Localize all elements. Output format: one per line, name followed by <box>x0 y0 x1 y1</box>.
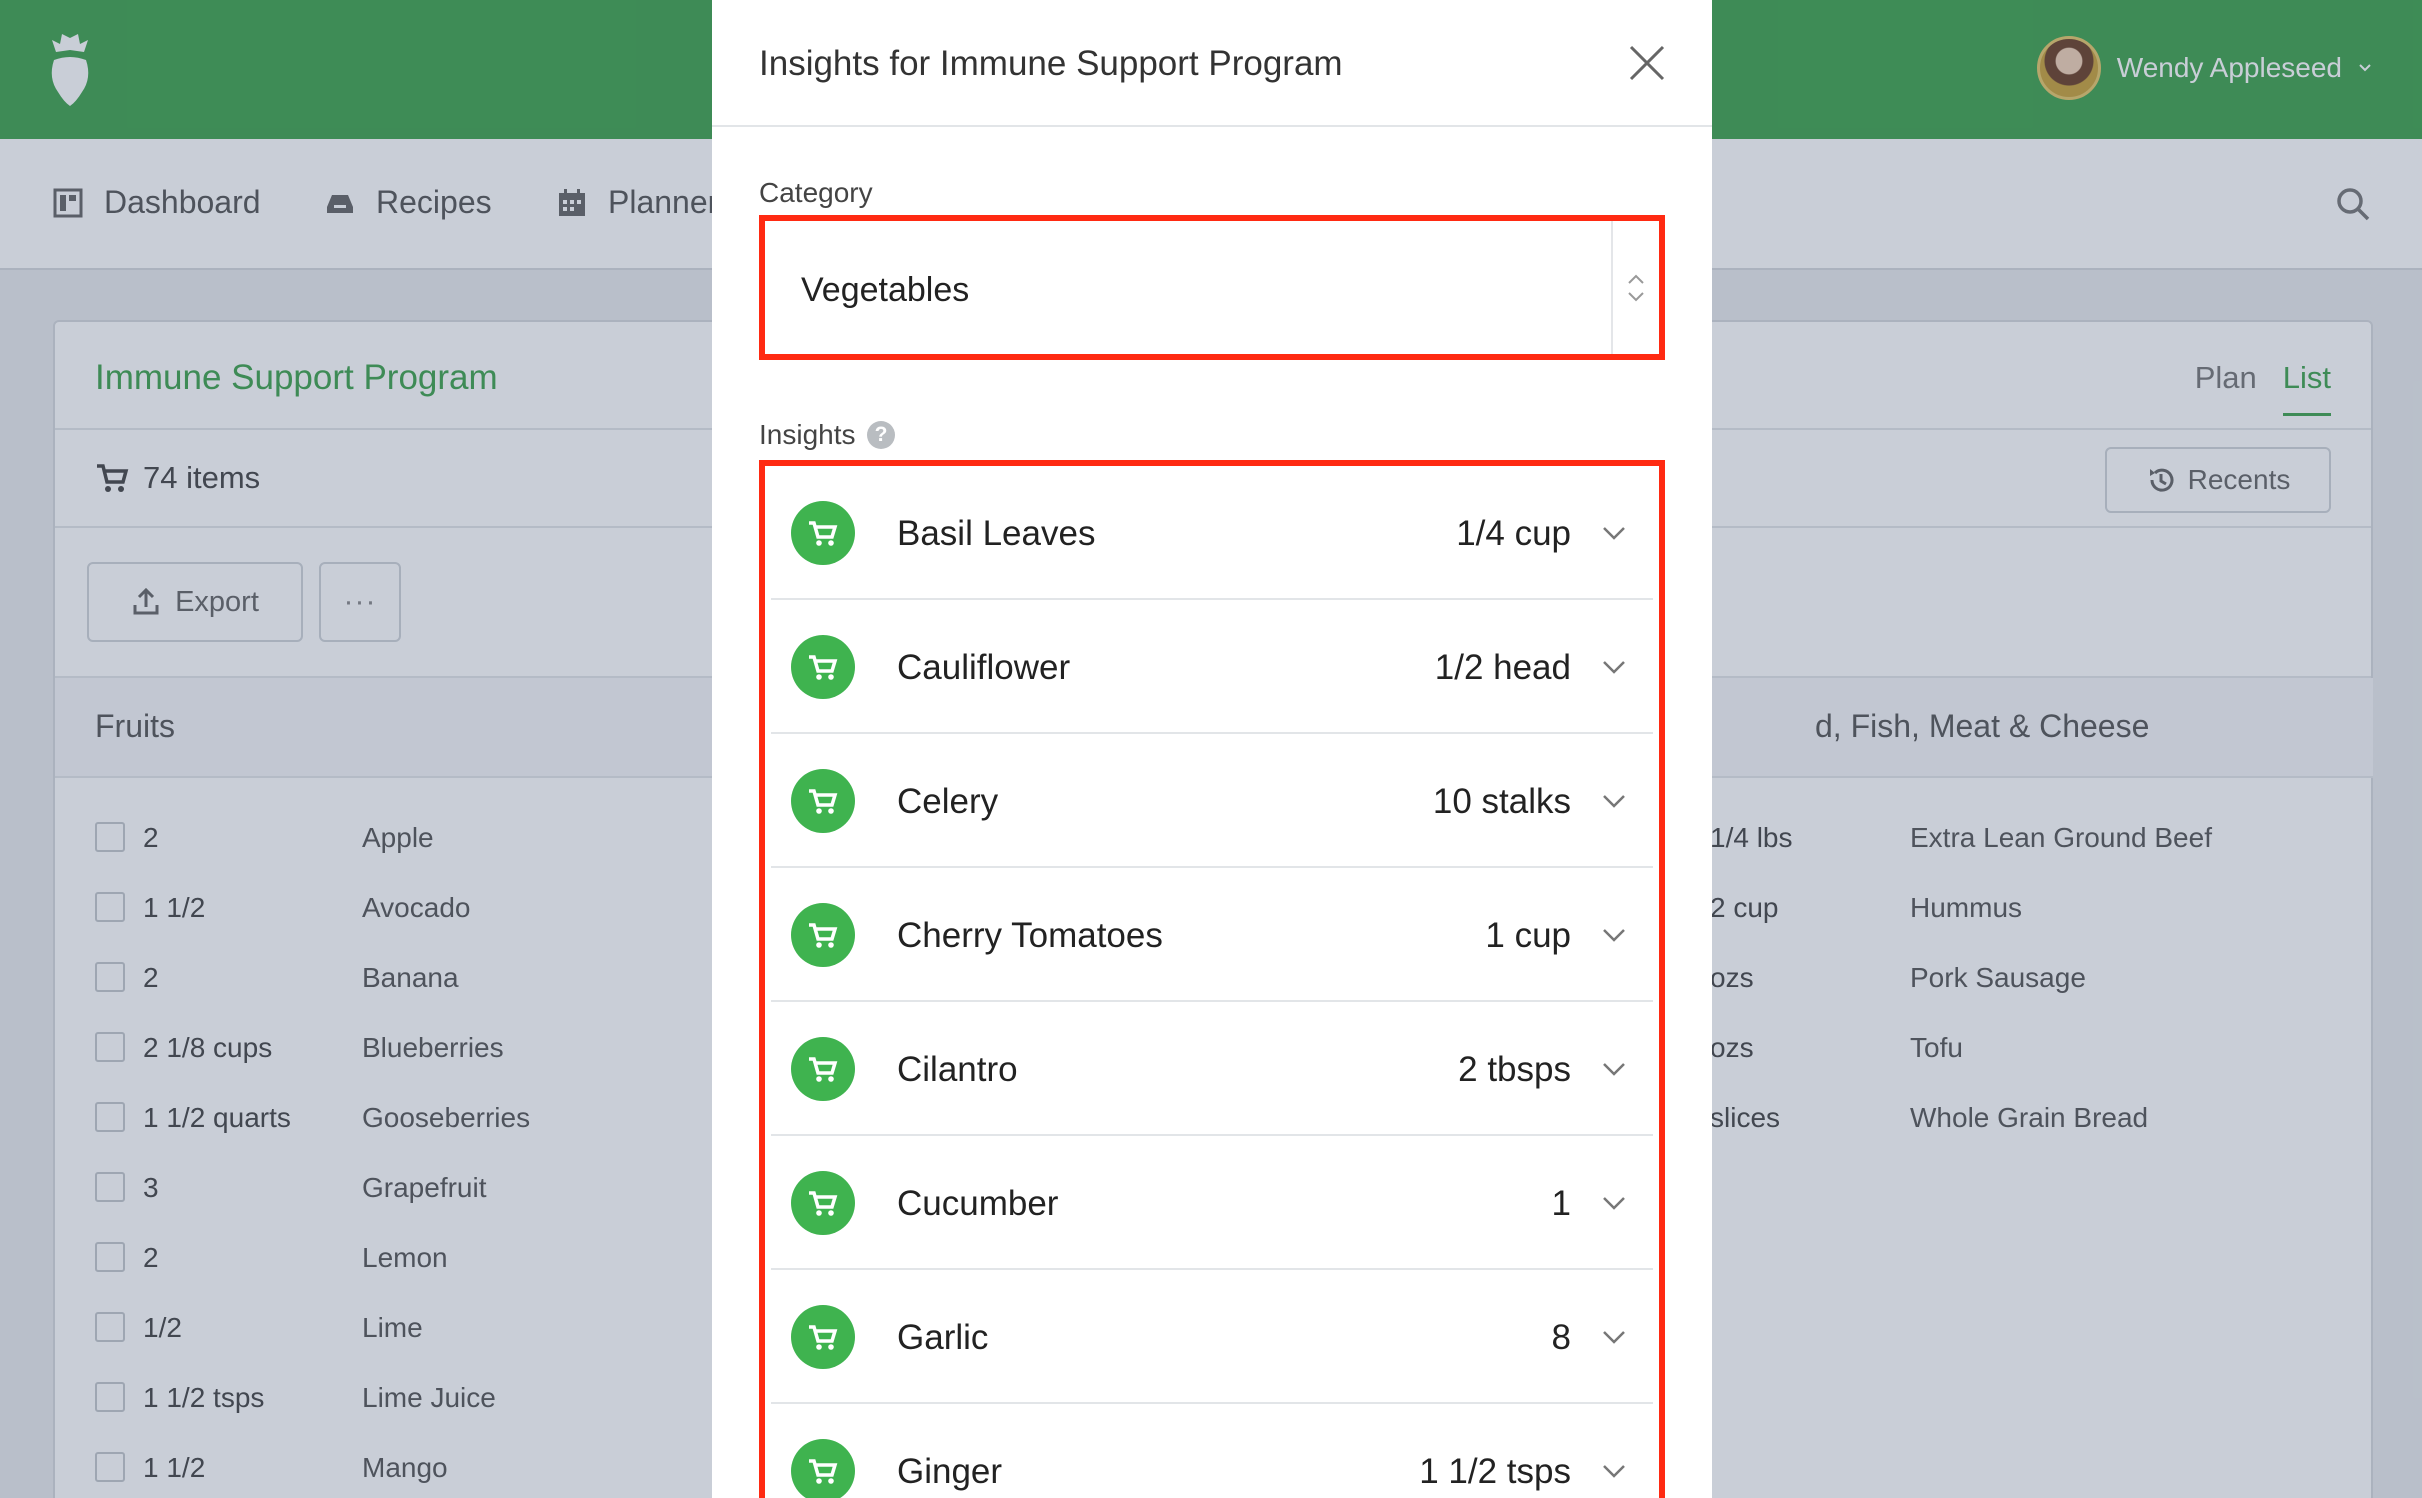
insights-modal: Insights for Immune Support Program Cate… <box>712 0 1712 1498</box>
insight-qty: 1/4 cup <box>1456 514 1571 553</box>
insight-row[interactable]: Cauliflower 1/2 head <box>771 600 1653 734</box>
chevron-down-icon[interactable] <box>1601 524 1627 542</box>
insight-row[interactable]: Cilantro 2 tbsps <box>771 1002 1653 1136</box>
insight-name: Cauliflower <box>897 648 1071 687</box>
cart-icon <box>791 769 855 833</box>
insight-name: Cilantro <box>897 1050 1018 1089</box>
close-icon[interactable] <box>1628 44 1666 82</box>
insight-qty: 1 <box>1551 1184 1571 1223</box>
cart-icon <box>791 903 855 967</box>
category-select[interactable]: Vegetables <box>759 215 1665 360</box>
insights-label: Insights <box>759 419 856 450</box>
insights-list: Basil Leaves 1/4 cup Cauliflower 1/2 hea… <box>759 460 1665 1498</box>
insight-row[interactable]: Cherry Tomatoes 1 cup <box>771 868 1653 1002</box>
chevron-down-icon[interactable] <box>1601 658 1627 676</box>
insight-qty: 8 <box>1551 1318 1571 1357</box>
insight-row[interactable]: Basil Leaves 1/4 cup <box>771 466 1653 600</box>
help-icon[interactable]: ? <box>867 421 895 449</box>
insight-name: Garlic <box>897 1318 989 1357</box>
insight-name: Cucumber <box>897 1184 1059 1223</box>
cart-icon <box>791 1439 855 1498</box>
category-value: Vegetables <box>801 271 970 309</box>
insight-row[interactable]: Celery 10 stalks <box>771 734 1653 868</box>
insight-qty: 10 stalks <box>1432 782 1571 821</box>
insight-qty: 1/2 head <box>1434 648 1571 687</box>
category-label: Category <box>759 177 873 208</box>
cart-icon <box>791 1037 855 1101</box>
chevron-down-icon[interactable] <box>1601 1194 1627 1212</box>
modal-title: Insights for Immune Support Program <box>759 44 1343 83</box>
cart-icon <box>791 635 855 699</box>
chevron-down-icon[interactable] <box>1601 926 1627 944</box>
select-arrows <box>1611 221 1659 354</box>
insight-row[interactable]: Cucumber 1 <box>771 1136 1653 1270</box>
modal-header: Insights for Immune Support Program <box>712 0 1712 127</box>
chevron-down-icon[interactable] <box>1601 1328 1627 1346</box>
chevron-down-icon[interactable] <box>1601 1462 1627 1480</box>
chevron-down-icon[interactable] <box>1601 792 1627 810</box>
insight-name: Ginger <box>897 1452 1003 1491</box>
insight-row[interactable]: Ginger 1 1/2 tsps <box>771 1404 1653 1498</box>
insight-row[interactable]: Garlic 8 <box>771 1270 1653 1404</box>
updown-chevron-icon <box>1628 274 1644 301</box>
insight-qty: 1 1/2 tsps <box>1419 1452 1571 1491</box>
insight-qty: 1 cup <box>1485 916 1571 955</box>
insight-name: Cherry Tomatoes <box>897 916 1163 955</box>
cart-icon <box>791 1171 855 1235</box>
insight-name: Basil Leaves <box>897 514 1096 553</box>
chevron-down-icon[interactable] <box>1601 1060 1627 1078</box>
cart-icon <box>791 1305 855 1369</box>
insight-name: Celery <box>897 782 999 821</box>
insight-qty: 2 tbsps <box>1458 1050 1571 1089</box>
cart-icon <box>791 501 855 565</box>
